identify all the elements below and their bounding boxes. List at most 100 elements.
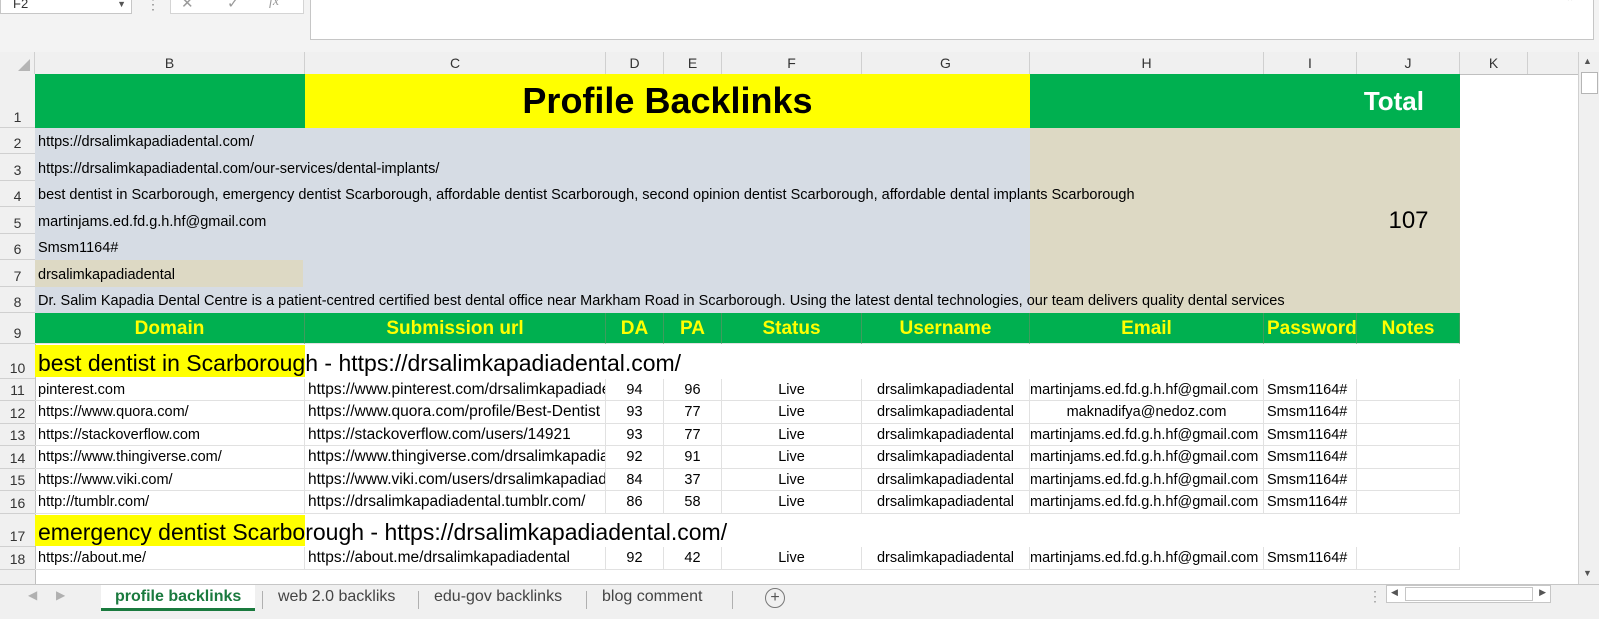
- cell-domain[interactable]: https://stackoverflow.com: [35, 424, 305, 446]
- section-heading-emergency-dentist[interactable]: emergency dentist Scarborough - https://…: [35, 514, 1035, 547]
- cell-submission-url[interactable]: https://drsalimkapadiadental.tumblr.com/: [305, 491, 606, 514]
- cell-submission-url[interactable]: https://www.quora.com/profile/Best-Denti…: [305, 401, 606, 424]
- cell-pa[interactable]: 77: [664, 424, 722, 446]
- cell-password[interactable]: Smsm1164#: [1264, 469, 1357, 491]
- cell-da[interactable]: 84: [606, 469, 664, 491]
- tab-next-icon[interactable]: ▶: [56, 588, 65, 602]
- cell-domain[interactable]: https://www.viki.com/: [35, 469, 305, 491]
- row-header[interactable]: 14: [0, 446, 35, 469]
- cell-username[interactable]: drsalimkapadiadental: [862, 491, 1030, 514]
- horizontal-scrollbar[interactable]: ◀ ▶: [1386, 585, 1551, 603]
- cell-email[interactable]: martinjams.ed.fd.g.h.hf@gmail.com: [1030, 446, 1264, 469]
- row-header[interactable]: 1: [0, 74, 35, 128]
- cell-username[interactable]: drsalimkapadiadental: [862, 424, 1030, 446]
- cell-notes[interactable]: [1357, 491, 1460, 514]
- cell-submission-url[interactable]: https://www.viki.com/users/drsalimkapadi…: [305, 469, 606, 491]
- column-header-d[interactable]: D: [606, 52, 664, 74]
- header-domain[interactable]: Domain: [35, 313, 305, 344]
- info-url[interactable]: https://drsalimkapadiadental.com/: [35, 128, 1435, 154]
- scroll-left-icon[interactable]: ◀: [1391, 587, 1398, 598]
- cell-submission-url[interactable]: https://stackoverflow.com/users/14921: [305, 424, 606, 446]
- add-sheet-icon[interactable]: +: [765, 588, 785, 608]
- cell-submission-url[interactable]: https://www.thingiverse.com/drsalimkapad…: [305, 446, 606, 469]
- info-username[interactable]: drsalimkapadiadental: [35, 260, 1435, 287]
- cell-email[interactable]: martinjams.ed.fd.g.h.hf@gmail.com: [1030, 379, 1264, 401]
- tab-blog-comment[interactable]: blog comment: [588, 585, 717, 611]
- row-header[interactable]: 16: [0, 491, 35, 514]
- cell-pa[interactable]: 58: [664, 491, 722, 514]
- info-email[interactable]: martinjams.ed.fd.g.h.hf@gmail.com: [35, 207, 1435, 234]
- row-header[interactable]: 11: [0, 379, 35, 401]
- cell-notes[interactable]: [1357, 469, 1460, 491]
- cell-da[interactable]: 92: [606, 547, 664, 570]
- vertical-scrollbar[interactable]: ▲ ▼: [1578, 52, 1599, 584]
- tab-prev-icon[interactable]: ◀: [28, 588, 37, 602]
- row-header[interactable]: 7: [0, 260, 35, 287]
- info-password[interactable]: Smsm1164#: [35, 234, 1435, 260]
- column-header-e[interactable]: E: [664, 52, 722, 74]
- cell-pa[interactable]: 42: [664, 547, 722, 570]
- scroll-thumb[interactable]: [1581, 72, 1598, 94]
- cell-status[interactable]: Live: [722, 469, 862, 491]
- info-keywords[interactable]: best dentist in Scarborough, emergency d…: [35, 181, 1435, 207]
- info-description[interactable]: Dr. Salim Kapadia Dental Centre is a pat…: [35, 287, 1365, 313]
- cell-password[interactable]: Smsm1164#: [1264, 547, 1357, 570]
- cell-username[interactable]: drsalimkapadiadental: [862, 547, 1030, 570]
- total-value[interactable]: 107: [1357, 207, 1460, 234]
- cell-notes[interactable]: [1357, 379, 1460, 401]
- row-header[interactable]: 13: [0, 424, 35, 446]
- cell-status[interactable]: Live: [722, 401, 862, 424]
- row-header[interactable]: 10: [0, 344, 35, 379]
- total-label[interactable]: Total: [1030, 74, 1460, 128]
- cell-password[interactable]: Smsm1164#: [1264, 379, 1357, 401]
- cell-pa[interactable]: 37: [664, 469, 722, 491]
- column-header-k[interactable]: K: [1460, 52, 1528, 74]
- cell-domain[interactable]: https://about.me/: [35, 547, 305, 570]
- header-submission-url[interactable]: Submission url: [305, 313, 606, 344]
- section-heading-best-dentist[interactable]: best dentist in Scarborough - https://dr…: [35, 344, 1035, 379]
- cell-notes[interactable]: [1357, 547, 1460, 570]
- header-notes[interactable]: Notes: [1357, 313, 1460, 344]
- column-header-g[interactable]: G: [862, 52, 1030, 74]
- cell-password[interactable]: Smsm1164#: [1264, 424, 1357, 446]
- row-header[interactable]: 2: [0, 128, 35, 154]
- cell-email[interactable]: martinjams.ed.fd.g.h.hf@gmail.com: [1030, 547, 1264, 570]
- cell-domain[interactable]: https://www.thingiverse.com/: [35, 446, 305, 469]
- cell-status[interactable]: Live: [722, 379, 862, 401]
- cell-domain[interactable]: https://www.quora.com/: [35, 401, 305, 424]
- cell-status[interactable]: Live: [722, 446, 862, 469]
- header-da[interactable]: DA: [606, 313, 664, 344]
- cell-domain[interactable]: http://tumblr.com/: [35, 491, 305, 514]
- cell-email[interactable]: martinjams.ed.fd.g.h.hf@gmail.com: [1030, 424, 1264, 446]
- cell-status[interactable]: Live: [722, 491, 862, 514]
- cell-pa[interactable]: 91: [664, 446, 722, 469]
- row-header[interactable]: 6: [0, 234, 35, 260]
- scroll-right-icon[interactable]: ▶: [1539, 587, 1546, 598]
- row-header[interactable]: 12: [0, 401, 35, 424]
- formula-input[interactable]: ⌃: [310, 0, 1594, 40]
- row-header[interactable]: 18: [0, 547, 35, 570]
- tab-profile-backlinks[interactable]: profile backlinks: [101, 585, 256, 611]
- cell-submission-url[interactable]: https://about.me/drsalimkapadiadental: [305, 547, 606, 570]
- cell-status[interactable]: Live: [722, 424, 862, 446]
- more-options-icon[interactable]: ⋮: [1368, 588, 1382, 605]
- header-email[interactable]: Email: [1030, 313, 1264, 344]
- row-header[interactable]: 8: [0, 287, 35, 313]
- row-header[interactable]: 4: [0, 181, 35, 207]
- cell-domain[interactable]: pinterest.com: [35, 379, 305, 401]
- name-box[interactable]: F2 ▼: [0, 0, 132, 14]
- cell-notes[interactable]: [1357, 401, 1460, 424]
- cell-da[interactable]: 86: [606, 491, 664, 514]
- column-header-j[interactable]: J: [1357, 52, 1460, 74]
- cell-password[interactable]: Smsm1164#: [1264, 446, 1357, 469]
- header-status[interactable]: Status: [722, 313, 862, 344]
- chevron-down-icon[interactable]: ▼: [117, 0, 126, 13]
- scroll-down-icon[interactable]: ▼: [1583, 568, 1592, 578]
- row-header[interactable]: 15: [0, 469, 35, 491]
- cell-email[interactable]: martinjams.ed.fd.g.h.hf@gmail.com: [1030, 491, 1264, 514]
- cell-da[interactable]: 93: [606, 424, 664, 446]
- cell-notes[interactable]: [1357, 446, 1460, 469]
- row-header[interactable]: 17: [0, 514, 35, 547]
- tab-web-2-backlinks[interactable]: web 2.0 backliks: [264, 585, 409, 611]
- cell-da[interactable]: 93: [606, 401, 664, 424]
